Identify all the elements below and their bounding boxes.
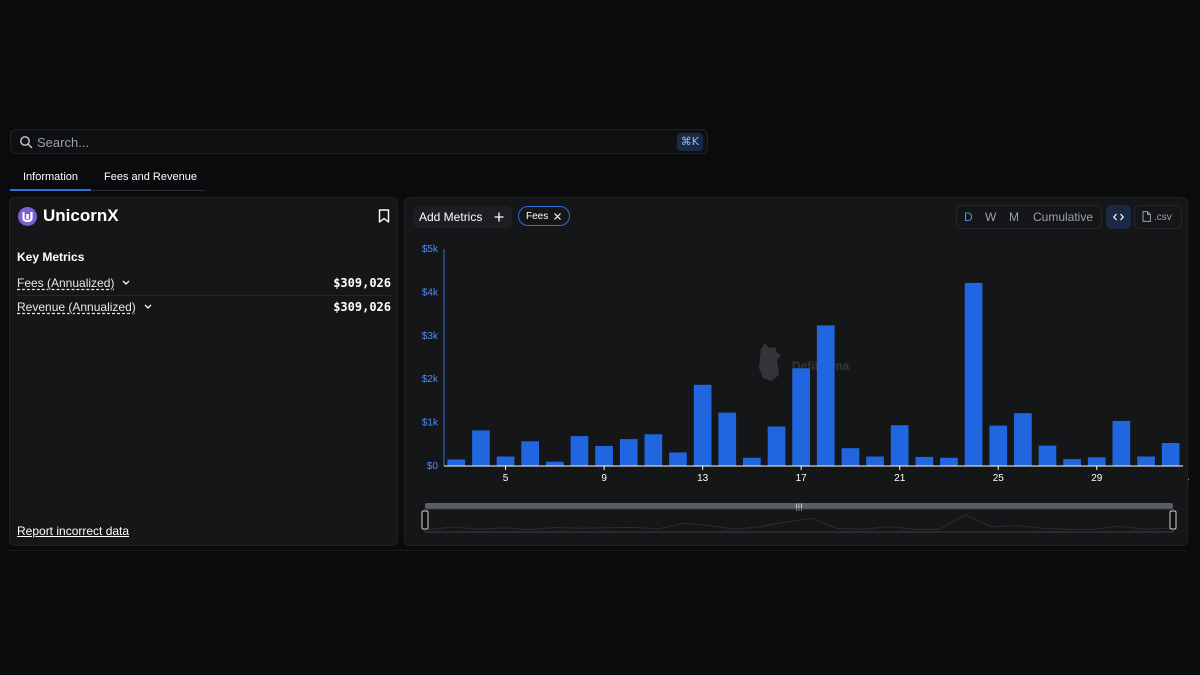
y-tick-label: $2k xyxy=(422,374,439,385)
fees-bar[interactable] xyxy=(1087,457,1106,466)
metric-row-fees: Fees (Annualized) $309,026 xyxy=(17,271,391,296)
y-tick-label: $1k xyxy=(422,418,439,429)
fees-bar[interactable] xyxy=(546,461,564,466)
fees-annualized-label[interactable]: Fees (Annualized) xyxy=(17,276,114,290)
range-brush[interactable]: ||| xyxy=(421,503,1177,533)
fees-bar[interactable] xyxy=(595,446,613,466)
fees-bar[interactable] xyxy=(693,384,712,466)
fees-bar[interactable] xyxy=(1112,420,1131,466)
x-tick-label: 17 xyxy=(796,473,808,484)
revenue-annualized-label[interactable]: Revenue (Annualized) xyxy=(17,300,136,314)
fees-bar[interactable] xyxy=(767,426,786,467)
chevron-down-icon[interactable] xyxy=(144,304,152,309)
tab-bar: Information Fees and Revenue xyxy=(10,168,205,191)
fees-bar[interactable] xyxy=(866,456,884,467)
revenue-annualized-value: $309,026 xyxy=(333,300,391,314)
fees-bar[interactable] xyxy=(472,430,490,466)
y-tick-label: $5k xyxy=(422,244,439,255)
tab-information[interactable]: Information xyxy=(23,171,78,183)
tab-fees-and-revenue[interactable]: Fees and Revenue xyxy=(104,171,197,183)
active-tab-indicator xyxy=(10,189,91,191)
y-tick-label: $0 xyxy=(427,461,439,472)
key-metrics-title: Key Metrics xyxy=(17,250,85,264)
fees-bar-chart: DefiLlama $0$1k$2k$3k$4k$5k 591317212529… xyxy=(421,244,1189,533)
report-incorrect-data-link[interactable]: Report incorrect data xyxy=(17,524,129,538)
search-icon xyxy=(20,136,33,149)
x-tick-label: 29 xyxy=(1091,473,1103,484)
x-tick-label: 5 xyxy=(503,473,509,484)
fees-bar[interactable] xyxy=(964,282,983,466)
fees-bar[interactable] xyxy=(1063,459,1081,466)
x-tick-label: 25 xyxy=(993,473,1005,484)
x-tick-label: Jul xyxy=(1188,473,1189,484)
fees-bar[interactable] xyxy=(841,448,860,466)
fees-bar[interactable] xyxy=(521,441,539,466)
fees-bar[interactable] xyxy=(816,325,835,466)
fees-annualized-value: $309,026 xyxy=(333,276,391,290)
y-axis: $0 $1k $2k $3k $4k $5k xyxy=(422,244,445,472)
fees-bar[interactable] xyxy=(669,452,687,467)
fees-bar[interactable] xyxy=(1137,456,1155,467)
brush-grip-icon[interactable]: ||| xyxy=(795,503,802,511)
bars xyxy=(447,282,1180,467)
chart-panel: Add Metrics Fees D W M Cumulative .csv D… xyxy=(404,197,1189,546)
fees-bar[interactable] xyxy=(1014,413,1032,466)
shortcut-badge: ⌘K xyxy=(676,133,703,151)
brush-right-handle[interactable] xyxy=(1169,510,1177,530)
fees-bar[interactable] xyxy=(619,439,638,466)
fees-bar[interactable] xyxy=(1038,445,1057,466)
x-tick-label: 21 xyxy=(894,473,906,484)
y-tick-label: $4k xyxy=(422,287,439,298)
fees-bar[interactable] xyxy=(644,434,663,466)
brush-preview-line xyxy=(427,514,1171,531)
fees-bar[interactable] xyxy=(890,425,909,466)
divider xyxy=(9,550,1188,551)
metric-row-revenue: Revenue (Annualized) $309,026 xyxy=(17,295,391,319)
search-bar[interactable]: ⌘K xyxy=(10,129,708,154)
brush-left-handle[interactable] xyxy=(421,510,429,530)
y-tick-label: $3k xyxy=(422,331,439,342)
protocol-name: UnicornX xyxy=(43,206,119,225)
fees-bar[interactable] xyxy=(915,456,934,466)
fees-bar[interactable] xyxy=(940,457,958,466)
bookmark-icon[interactable] xyxy=(378,209,390,223)
fees-bar[interactable] xyxy=(792,368,810,466)
info-panel: UnicornX Key Metrics Fees (Annualized) $… xyxy=(9,197,398,546)
x-tick-label: 9 xyxy=(601,473,607,484)
search-input[interactable] xyxy=(37,133,637,151)
fees-bar[interactable] xyxy=(989,425,1008,466)
x-tick-label: 13 xyxy=(697,473,709,484)
fees-bar[interactable] xyxy=(718,412,737,466)
fees-bar[interactable] xyxy=(570,436,589,466)
fees-bar[interactable] xyxy=(496,456,515,467)
fees-bar[interactable] xyxy=(447,459,466,467)
chevron-down-icon[interactable] xyxy=(122,280,130,285)
fees-bar[interactable] xyxy=(743,457,761,466)
protocol-logo xyxy=(18,207,37,226)
x-axis: 5 9 13 17 21 25 29 Jul xyxy=(444,465,1189,484)
fees-bar[interactable] xyxy=(1161,443,1180,466)
